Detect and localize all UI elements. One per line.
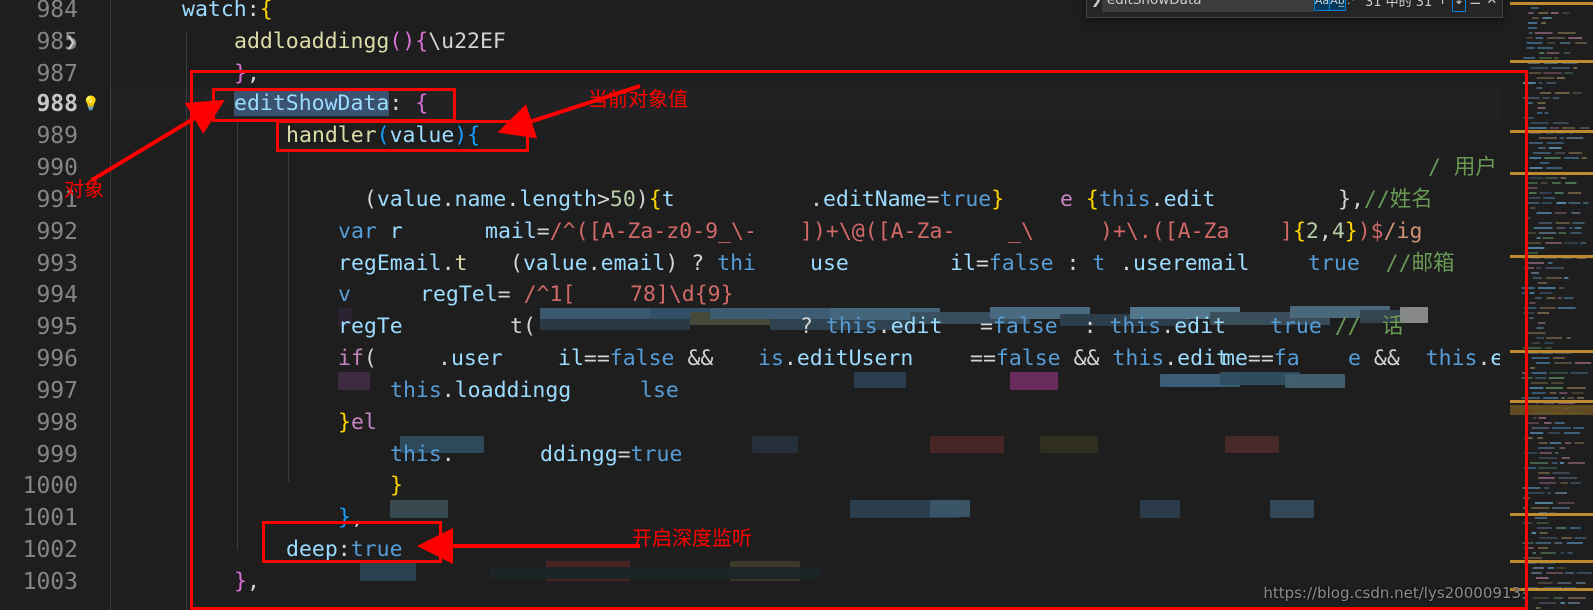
line-number: 987: [36, 61, 78, 87]
line-number: 1002: [22, 537, 78, 563]
find-input-value: editShowData: [1106, 0, 1202, 8]
line-number: 984: [36, 0, 78, 23]
line-number: 998: [36, 410, 78, 436]
close-icon[interactable]: ✕: [1486, 0, 1498, 11]
annotation-rect-handler: [276, 120, 529, 152]
annotation-rect-deep: [262, 521, 442, 563]
find-result-count: 31 中的 31: [1364, 0, 1433, 10]
use-regex-icon[interactable]: .*: [1346, 0, 1357, 10]
code-editor[interactable]: 984 985 ❯ 987 988 💡 989 990 991 992 993 …: [0, 0, 1593, 610]
line-number-active: 988: [36, 91, 78, 117]
line-number: 999: [36, 442, 78, 468]
lightbulb-icon[interactable]: 💡: [82, 88, 100, 120]
line-number: 994: [36, 282, 78, 308]
line-number: 989: [36, 123, 78, 149]
find-input[interactable]: editShowData: [1101, 0, 1314, 12]
line-number: 995: [36, 314, 78, 340]
chevron-right-icon[interactable]: ❯: [60, 26, 82, 58]
find-previous-button[interactable]: ↑: [1436, 0, 1448, 11]
annotation-label-current-value: 当前对象值: [588, 87, 688, 111]
line-number: 1001: [22, 505, 78, 531]
code-text: watch:{: [182, 0, 273, 22]
line-number: 992: [36, 219, 78, 245]
code-line[interactable]: addloaddingg(){\u22EF: [110, 26, 1593, 58]
annotation-label-deep-watch: 开启深度监听: [632, 526, 752, 550]
line-number: 1000: [22, 473, 78, 499]
line-number-gutter: 984 985 ❯ 987 988 💡 989 990 991 992 993 …: [0, 0, 110, 610]
annotation-rect-editshowdata: [212, 88, 456, 122]
annotation-label-object: 对象: [64, 177, 104, 201]
line-number: 997: [36, 378, 78, 404]
match-case-icon[interactable]: Aa: [1313, 0, 1331, 11]
find-in-selection-button[interactable]: ☰: [1469, 0, 1482, 11]
line-number: 1003: [22, 569, 78, 595]
find-widget[interactable]: ❯ editShowData Aa Ab̲ .* 31 中的 31 ↑ ↓ ☰ …: [1086, 0, 1503, 18]
match-whole-word-icon[interactable]: Ab̲: [1329, 0, 1346, 11]
line-number: 993: [36, 251, 78, 277]
line-number: 996: [36, 346, 78, 372]
chevron-right-icon[interactable]: ❯: [1091, 0, 1102, 8]
find-next-button[interactable]: ↓: [1451, 0, 1467, 12]
watermark: https://blog.csdn.net/lys20000913: [1263, 584, 1521, 602]
code-text: addloaddingg(){\u22EF: [234, 29, 506, 54]
